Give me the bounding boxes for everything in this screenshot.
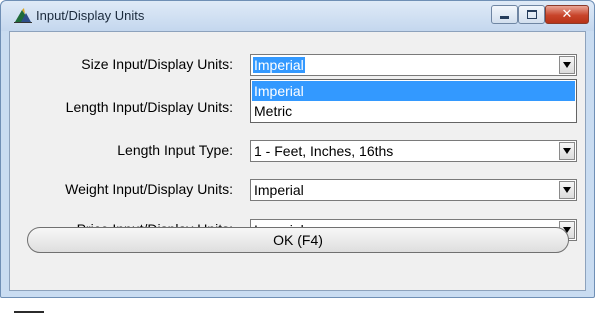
dialog-window: Input/Display Units ✕ Size Input/Display… <box>0 0 595 298</box>
chevron-down-icon <box>563 187 571 193</box>
chevron-down-icon <box>563 62 571 68</box>
app-logo-icon <box>14 8 32 23</box>
dropdown-option-imperial[interactable]: Imperial <box>252 81 575 101</box>
weight-units-select[interactable]: Imperial <box>250 179 577 201</box>
length-units-label: Length Input/Display Units: <box>65 99 233 115</box>
length-type-select[interactable]: 1 - Feet, Inches, 16ths <box>250 140 577 162</box>
divider <box>14 311 44 313</box>
ok-button[interactable]: OK (F4) <box>27 227 569 253</box>
weight-units-label: Weight Input/Display Units: <box>65 181 233 197</box>
background-area <box>0 298 595 314</box>
length-type-value: 1 - Feet, Inches, 16ths <box>254 143 394 159</box>
weight-units-dropdown-button[interactable] <box>559 181 575 199</box>
size-units-dropdown-list: Imperial Metric <box>250 79 577 123</box>
chevron-down-icon <box>563 148 571 154</box>
window-title: Input/Display Units <box>36 8 145 23</box>
length-type-dropdown-button[interactable] <box>559 142 575 160</box>
length-type-label: Length Input Type: <box>117 142 233 158</box>
maximize-button[interactable] <box>518 5 545 24</box>
minimize-button[interactable] <box>491 5 518 24</box>
dropdown-option-metric[interactable]: Metric <box>252 101 575 121</box>
size-units-select[interactable]: Imperial <box>250 54 577 76</box>
size-units-dropdown-button[interactable] <box>559 56 575 74</box>
size-units-value: Imperial <box>253 57 305 73</box>
size-units-label: Size Input/Display Units: <box>81 56 233 72</box>
minimize-icon <box>500 16 509 19</box>
weight-units-value: Imperial <box>254 182 304 198</box>
maximize-icon <box>526 10 537 19</box>
title-bar[interactable]: Input/Display Units ✕ <box>1 1 594 31</box>
close-button[interactable]: ✕ <box>545 5 589 24</box>
close-icon: ✕ <box>561 7 573 22</box>
